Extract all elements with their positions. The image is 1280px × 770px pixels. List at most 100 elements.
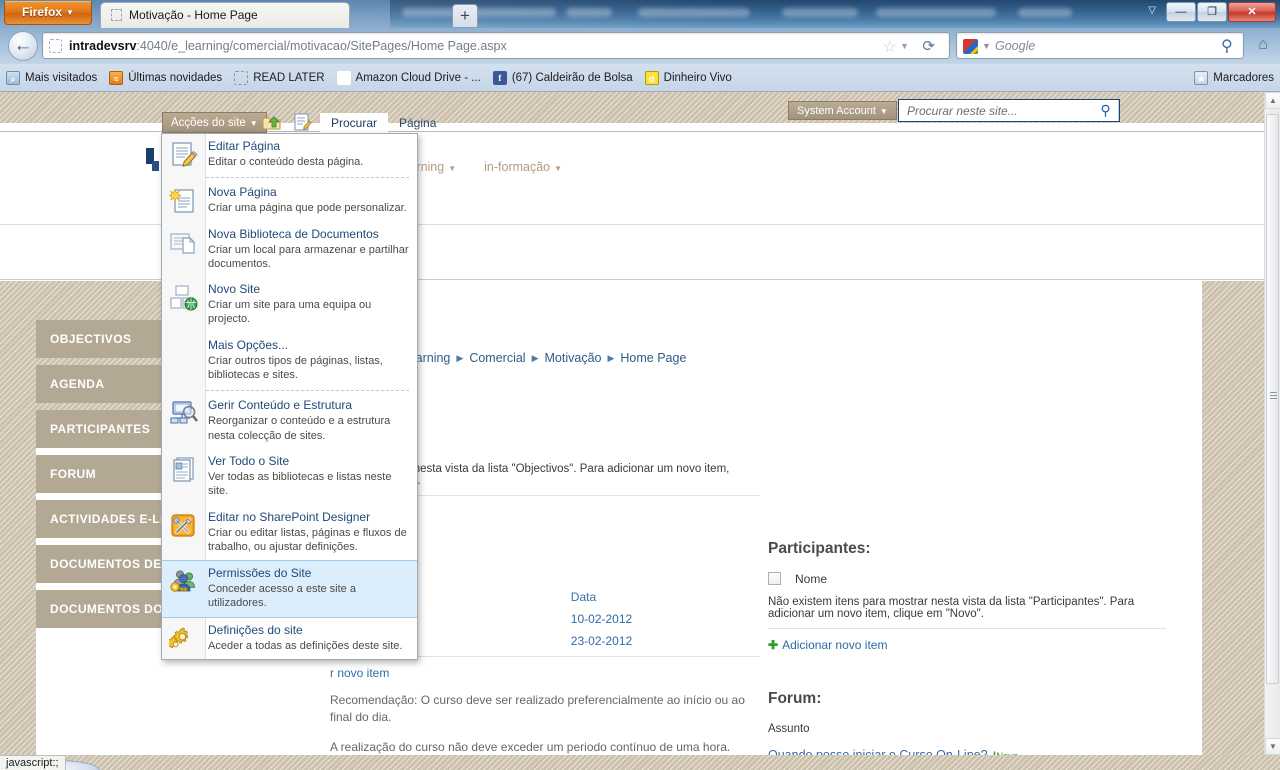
restore-button[interactable]: ❐ xyxy=(1197,2,1227,22)
browser-tab-title: Motivação - Home Page xyxy=(129,8,258,22)
search-icon[interactable]: ⚲ xyxy=(1221,36,1233,56)
home-button[interactable]: ⌂ xyxy=(1250,32,1276,59)
add-new-item-link-participantes[interactable]: ✚ Adicionar novo item xyxy=(768,638,1178,652)
close-button[interactable]: ✕ xyxy=(1228,2,1276,22)
window-controls: — ❐ ✕ xyxy=(1165,2,1276,24)
menu-item-desc: Aceder a todas as definições deste site. xyxy=(208,639,403,652)
bookmark-label: Últimas novidades xyxy=(128,71,223,84)
scrollbar-thumb[interactable] xyxy=(1266,114,1279,684)
sharepoint-designer-icon xyxy=(162,510,206,555)
navigation-toolbar: ← intradevsrv:4040/e_learning/comercial/… xyxy=(0,28,1280,64)
bookmark-item[interactable]: a Amazon Cloud Drive - ... xyxy=(336,70,481,85)
edit-page-icon xyxy=(162,139,206,169)
site-search-icon[interactable]: ⚲ xyxy=(1093,100,1119,121)
bookmark-item[interactable]: ≈ Últimas novidades xyxy=(109,70,223,85)
table-row[interactable]: Quando posso iniciar o Curso On-Line?!No… xyxy=(768,748,1178,755)
reload-icon[interactable]: ⟳ xyxy=(922,37,935,55)
site-search-box[interactable]: Procurar neste site... ⚲ xyxy=(898,99,1120,122)
menu-divider xyxy=(206,177,409,179)
breadcrumb-item[interactable]: Home Page xyxy=(620,351,686,365)
select-all-checkbox[interactable] xyxy=(768,572,781,585)
menu-item-nova-biblioteca-documentos[interactable]: Nova Biblioteca de Documentos Criar um l… xyxy=(162,222,417,278)
menu-divider xyxy=(206,390,409,392)
new-tab-button[interactable]: + xyxy=(452,4,478,27)
browser-chrome: Firefox ▼ Motivação - Home Page + ▽ — ❐ ✕… xyxy=(0,0,1280,92)
new-document-library-icon xyxy=(162,227,206,272)
webpart-empty-message: Não existem itens para mostrar nesta vis… xyxy=(768,596,1135,620)
new-tab-label: + xyxy=(460,6,470,25)
amazon-icon: a xyxy=(336,70,351,85)
menu-item-desc: Criar um site para uma equipa ou project… xyxy=(208,299,372,326)
menu-item-label: Nova Biblioteca de Documentos xyxy=(208,226,379,241)
tab-favicon xyxy=(111,9,122,21)
window-titlebar: Firefox ▼ Motivação - Home Page + ▽ — ❐ ✕ xyxy=(0,0,1280,28)
tab-pagina[interactable]: Página xyxy=(388,113,447,135)
minimize-button[interactable]: — xyxy=(1166,2,1196,22)
bookmark-item[interactable]: f (67) Caldeirão de Bolsa xyxy=(492,70,633,85)
menu-item-desc: Editar o conteúdo desta página. xyxy=(208,156,364,168)
new-site-icon xyxy=(162,282,206,327)
menu-item-label: Nova Página xyxy=(208,185,277,200)
scroll-down-arrow-icon[interactable]: ▼ xyxy=(1265,738,1280,755)
page-vertical-scrollbar[interactable]: ▲ ▼ xyxy=(1264,92,1280,755)
status-bar-text: javascript:; xyxy=(6,757,59,769)
menu-item-permissoes-do-site[interactable]: Permissões do Site Conceder acesso a est… xyxy=(162,560,417,618)
menu-item-novo-site[interactable]: Novo Site Criar um site para uma equipa … xyxy=(162,277,417,333)
menu-item-desc: Criar uma página que pode personalizar. xyxy=(208,202,407,215)
menu-item-nova-pagina[interactable]: Nova Página Criar uma página que pode pe… xyxy=(162,180,417,221)
browser-search-bar[interactable]: ▼ Google ⚲ xyxy=(956,32,1244,59)
breadcrumb-separator-icon: ▶ xyxy=(456,353,464,363)
add-new-item-link-agenda[interactable]: r novo item xyxy=(330,666,760,680)
bookmark-item[interactable]: READ LATER xyxy=(234,70,325,85)
close-icon: ✕ xyxy=(1247,6,1257,18)
back-button[interactable]: ← xyxy=(8,31,38,61)
chevron-down-icon: ▼ xyxy=(554,164,563,173)
address-bar[interactable]: intradevsrv:4040/e_learning/comercial/mo… xyxy=(42,32,950,59)
chevron-down-icon[interactable]: ▼ xyxy=(900,41,909,51)
menu-item-desc: Reorganizar o conteúdo e a estrutura nes… xyxy=(208,415,391,442)
site-actions-button[interactable]: Acções do site ▼ xyxy=(162,112,267,133)
add-new-item-label: r novo item xyxy=(330,666,390,680)
menu-item-ver-todo-o-site[interactable]: Ver Todo o Site Ver todas as bibliotecas… xyxy=(162,449,417,505)
url-path: :4040/e_learning/comercial/motivacao/Sit… xyxy=(136,39,507,53)
menu-item-definicoes-do-site[interactable]: Definições do site Aceder a todas as def… xyxy=(162,618,417,659)
menu-item-label: Ver Todo o Site xyxy=(208,453,290,468)
breadcrumb-item[interactable]: Motivação xyxy=(545,351,602,365)
bookmarks-menu-label: Marcadores xyxy=(1213,71,1274,84)
menu-item-mais-opcoes[interactable]: Mais Opções... Criar outros tipos de pág… xyxy=(162,333,417,389)
bookmark-item[interactable]: ⌕ Mais visitados xyxy=(6,70,97,85)
arrow-left-icon: ← xyxy=(13,35,33,56)
tab-label: Procurar xyxy=(331,116,378,130)
menu-item-gerir-conteudo-estrutura[interactable]: Gerir Conteúdo e Estrutura Reorganizar o… xyxy=(162,393,417,449)
menu-item-editar-pagina[interactable]: Editar Página Editar o conteúdo desta pá… xyxy=(162,134,417,175)
menu-item-editar-sharepoint-designer[interactable]: Editar no SharePoint Designer Criar ou e… xyxy=(162,505,417,561)
forum-topic-link[interactable]: Quando posso iniciar o Curso On-Line? xyxy=(768,748,988,755)
browser-tab-active[interactable]: Motivação - Home Page xyxy=(100,2,350,28)
edit-page-ribbon-icon[interactable] xyxy=(293,113,313,132)
more-options-icon xyxy=(162,338,206,383)
tab-procurar[interactable]: Procurar xyxy=(320,113,389,135)
address-bar-url: intradevsrv:4040/e_learning/comercial/mo… xyxy=(69,33,507,60)
firefox-app-menu-button[interactable]: Firefox ▼ xyxy=(4,1,92,25)
menu-item-label: Definições do site xyxy=(208,622,303,637)
bookmarks-menu-button[interactable]: ★ Marcadores xyxy=(1194,70,1274,85)
manage-content-structure-icon xyxy=(162,398,206,443)
agenda-note-1: Recomendação: O curso deve ser realizado… xyxy=(330,693,745,725)
bookmarks-toolbar: ⌕ Mais visitados ≈ Últimas novidades REA… xyxy=(0,64,1280,92)
navigate-up-icon[interactable] xyxy=(262,113,282,132)
breadcrumb-item[interactable]: Comercial xyxy=(469,351,525,365)
scroll-up-arrow-icon[interactable]: ▲ xyxy=(1265,92,1280,109)
bookmark-item[interactable]: d Dinheiro Vivo xyxy=(644,70,732,85)
nav-item-in-formacao[interactable]: in-formação ▼ xyxy=(484,160,562,174)
window-list-dropdown-icon[interactable]: ▽ xyxy=(1148,5,1156,16)
menu-item-label: Permissões do Site xyxy=(208,566,312,581)
firefox-app-menu-label: Firefox xyxy=(22,5,63,19)
user-account-menu[interactable]: System Account ▼ xyxy=(788,101,897,120)
bookmark-star-icon[interactable]: ☆ xyxy=(883,37,897,57)
sidebar-item-label: ACTIVIDADES E-LEA xyxy=(50,512,178,526)
chevron-down-icon[interactable]: ▼ xyxy=(982,41,991,51)
chevron-down-icon: ▼ xyxy=(879,107,888,116)
status-bar-link-tooltip: javascript:; xyxy=(0,755,66,770)
menu-item-label: Editar no SharePoint Designer xyxy=(208,509,371,524)
status-bar: javascript:; xyxy=(0,755,1280,770)
